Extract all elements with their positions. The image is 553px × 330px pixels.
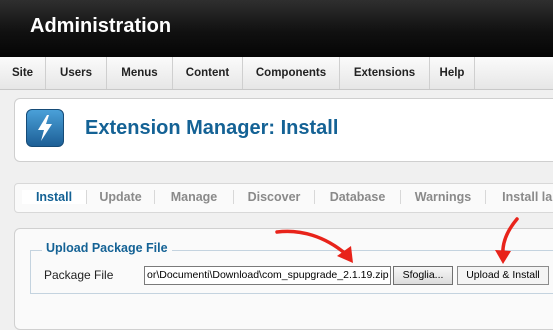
annotation-arrows: [275, 217, 519, 264]
arrow-head-install-button: [495, 250, 511, 264]
arrow-to-install-button: [501, 217, 519, 258]
arrow-to-file-input: [275, 229, 349, 257]
